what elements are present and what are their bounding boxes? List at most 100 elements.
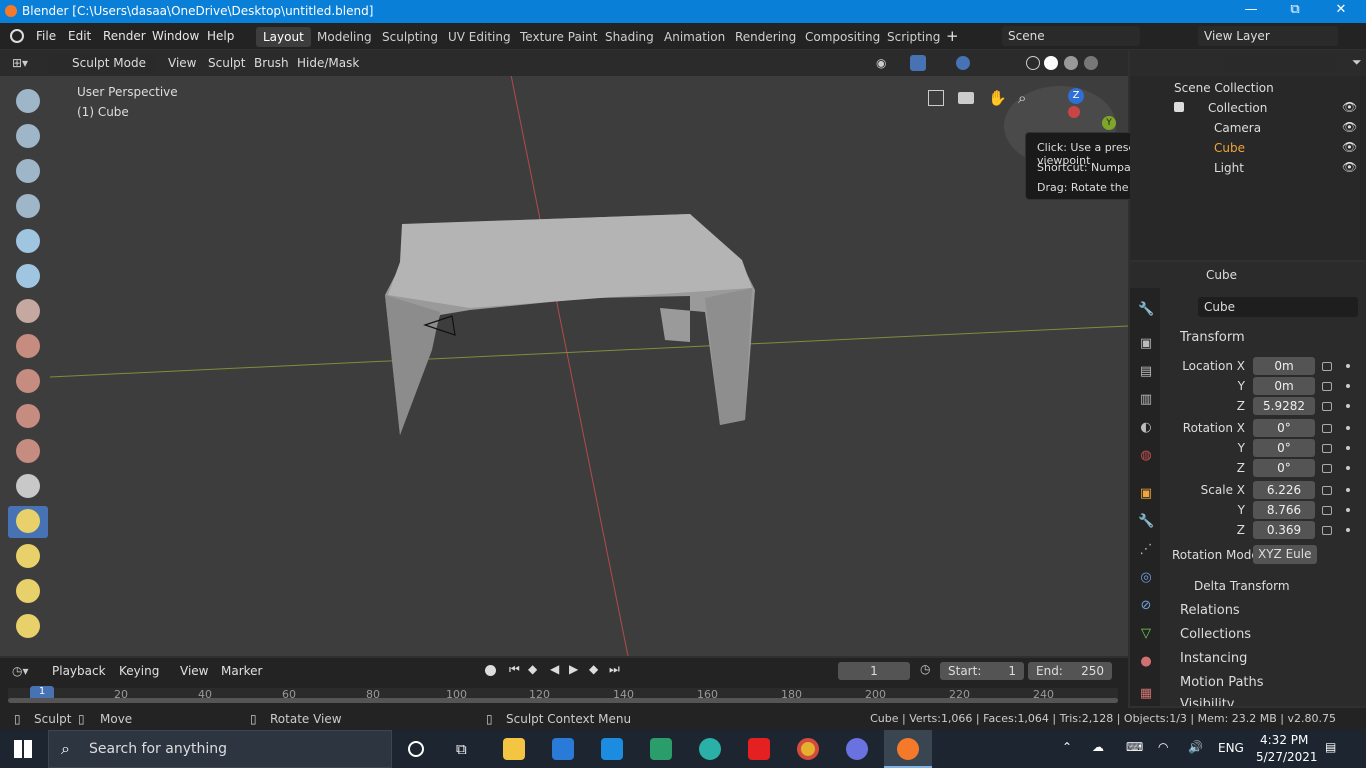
crease-brush-icon[interactable] (16, 334, 40, 358)
taskbar-search-box[interactable]: ⌕ Search for anything (48, 730, 392, 768)
snake-hook-brush-icon[interactable] (16, 579, 40, 603)
jump-end-icon[interactable]: ⏭ (609, 662, 620, 677)
3d-viewport[interactable]: User Perspective (1) Cube Z Y ✋ ⌕ (0, 50, 1128, 656)
scrape-brush-icon[interactable] (16, 474, 40, 498)
keyframe-dot[interactable] (1346, 508, 1350, 512)
start-frame-field[interactable]: Start: 1 (940, 662, 1024, 680)
blob-brush-icon[interactable] (16, 299, 40, 323)
keyframe-dot[interactable] (1346, 426, 1350, 430)
collection-eye-icon[interactable]: 👁 (1342, 100, 1357, 114)
toggle-grid-icon[interactable] (928, 90, 944, 106)
security-app-icon[interactable] (650, 738, 672, 760)
keyframe-dot[interactable] (1346, 384, 1350, 388)
zoom-icon[interactable]: ⌕ (1018, 89, 1026, 107)
camera-item[interactable]: Camera (1214, 121, 1261, 135)
menu-window[interactable]: Window (152, 29, 199, 43)
pinch-brush-icon[interactable] (16, 509, 40, 533)
output-tab-icon[interactable]: ▤ (1138, 364, 1154, 380)
current-frame-field[interactable]: 1 (838, 662, 910, 680)
light-eye-icon[interactable]: 👁 (1342, 160, 1357, 174)
timeline-scrollbar[interactable] (8, 698, 1118, 703)
outliner-search[interactable] (1224, 54, 1336, 72)
jump-start-icon[interactable]: ⏮ (509, 662, 520, 677)
add-workspace-icon[interactable]: + (946, 27, 959, 45)
prev-keyframe-icon[interactable]: ◆ (528, 662, 537, 676)
lock-icon[interactable] (1322, 402, 1332, 411)
fill-brush-icon[interactable] (16, 439, 40, 463)
camera-view-icon[interactable] (958, 92, 974, 104)
file-explorer-icon[interactable] (503, 738, 525, 760)
editor-type-icon[interactable]: ⊞▾ (12, 56, 38, 70)
lock-icon[interactable] (1322, 382, 1332, 391)
visibility-panel[interactable]: Visibility (1180, 697, 1234, 706)
keyframe-dot[interactable] (1346, 528, 1350, 532)
menu-file[interactable]: File (36, 29, 56, 43)
cube-eye-icon[interactable]: 👁 (1342, 140, 1357, 154)
physics-tab-icon[interactable]: ◎ (1138, 570, 1154, 586)
overlays-icon[interactable] (956, 56, 970, 70)
texture-tab-icon[interactable]: ▦ (1138, 686, 1154, 702)
draw-sharp-brush-icon[interactable] (16, 124, 40, 148)
viewport-shading-render-icon[interactable] (1084, 56, 1098, 70)
clay-strips-brush-icon[interactable] (16, 194, 40, 218)
menu-render[interactable]: Render (103, 29, 146, 43)
object-tab-icon[interactable]: ▣ (1138, 486, 1154, 502)
blender-menu-icon[interactable] (10, 29, 24, 43)
collections-panel[interactable]: Collections (1180, 627, 1251, 642)
menu-help[interactable]: Help (207, 29, 234, 43)
view-layer-selector[interactable]: View Layer (1198, 26, 1338, 46)
timeline-view-menu[interactable]: View (180, 664, 208, 678)
lock-icon[interactable] (1322, 424, 1332, 433)
tool-tab-icon[interactable]: 🔧 (1138, 302, 1154, 318)
viewport-shading-solid-icon[interactable] (1044, 56, 1058, 70)
tab-shading[interactable]: Shading (598, 27, 661, 47)
viewport-shading-wire-icon[interactable] (1026, 56, 1040, 70)
z-axis-icon[interactable]: Z (1068, 88, 1084, 104)
end-frame-field[interactable]: End: 250 (1028, 662, 1112, 680)
keyframe-dot[interactable] (1346, 488, 1350, 492)
scale-x-field[interactable]: 6.226 (1253, 481, 1315, 499)
lock-icon[interactable] (1322, 464, 1332, 473)
keyframe-dot[interactable] (1346, 364, 1350, 368)
object-name-field[interactable]: Cube (1198, 297, 1358, 317)
tab-sculpting[interactable]: Sculpting (375, 27, 445, 47)
pan-hand-icon[interactable]: ✋ (988, 89, 1007, 107)
collection-label[interactable]: Collection (1208, 101, 1267, 115)
tab-uv-editing[interactable]: UV Editing (441, 27, 518, 47)
instancing-panel[interactable]: Instancing (1180, 651, 1247, 666)
tab-modeling[interactable]: Modeling (310, 27, 379, 47)
smooth-brush-icon[interactable] (16, 369, 40, 393)
camera-eye-icon[interactable]: 👁 (1342, 120, 1357, 134)
menu-view[interactable]: View (168, 56, 196, 70)
flatten-brush-icon[interactable] (16, 404, 40, 428)
play-reverse-icon[interactable]: ◀ (550, 662, 559, 676)
rotation-y-field[interactable]: 0° (1253, 439, 1315, 457)
edge-icon[interactable] (699, 738, 721, 760)
lock-icon[interactable] (1322, 444, 1332, 453)
tab-animation[interactable]: Animation (657, 27, 732, 47)
microsoft-store-icon[interactable] (552, 738, 574, 760)
windows-start-icon[interactable] (14, 740, 32, 758)
marker-menu[interactable]: Marker (221, 664, 262, 678)
rotation-mode-select[interactable]: XYZ Eule (1253, 545, 1317, 564)
filter-icon[interactable]: ⏷ (1352, 55, 1362, 70)
location-y-field[interactable]: 0m (1253, 377, 1315, 395)
onedrive-icon[interactable]: ☁ (1092, 740, 1104, 754)
location-x-field[interactable]: 0m (1253, 357, 1315, 375)
blender-taskbar-icon[interactable] (897, 738, 919, 760)
data-tab-icon[interactable]: ▽ (1138, 626, 1154, 642)
minimize-button[interactable]: — (1228, 2, 1274, 17)
visibility-icon[interactable]: ◉ (876, 56, 886, 70)
rotation-z-field[interactable]: 0° (1253, 459, 1315, 477)
clock-date[interactable]: 5/27/2021 (1256, 750, 1318, 764)
keyframe-dot[interactable] (1346, 446, 1350, 450)
material-tab-icon[interactable]: ● (1138, 654, 1154, 670)
scale-y-field[interactable]: 8.766 (1253, 501, 1315, 519)
tab-scripting[interactable]: Scripting (880, 27, 947, 47)
playback-menu[interactable]: Playback (52, 664, 106, 678)
collection-checkbox[interactable] (1174, 102, 1184, 112)
discord-icon[interactable] (846, 738, 868, 760)
language-label[interactable]: ENG (1218, 741, 1244, 755)
delta-transform-panel[interactable]: Delta Transform (1194, 579, 1290, 593)
motion-paths-panel[interactable]: Motion Paths (1180, 675, 1264, 690)
